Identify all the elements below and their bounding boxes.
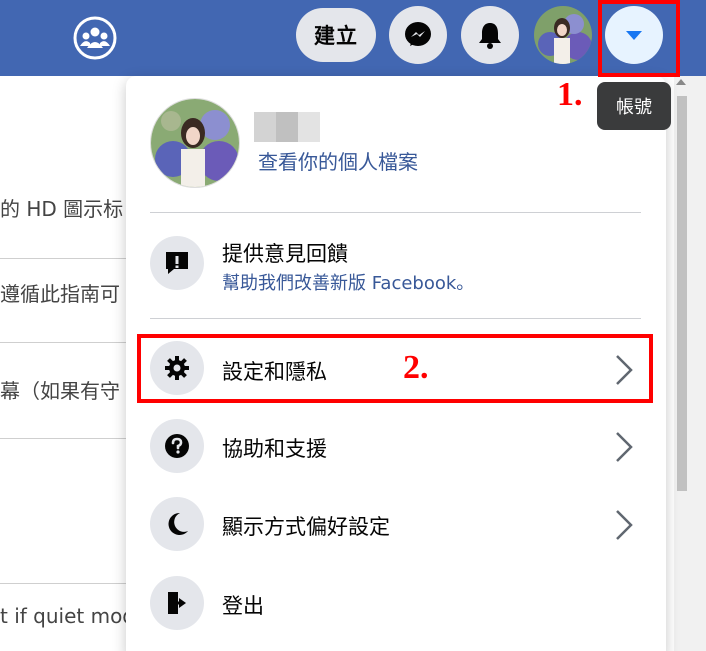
question-icon: [165, 434, 189, 458]
logout-icon-wrap[interactable]: [150, 576, 204, 630]
bell-icon: [479, 23, 501, 49]
messenger-button[interactable]: [389, 6, 447, 64]
messenger-icon: [405, 22, 431, 46]
help-support-item[interactable]: 協助和支援: [222, 433, 327, 463]
chevron-right-icon: [616, 510, 633, 540]
highlight-box-settings: [137, 334, 653, 403]
display-preferences-item[interactable]: 顯示方式偏好設定: [222, 511, 390, 541]
display-icon-wrap[interactable]: [150, 497, 204, 551]
step-number: 2.: [403, 349, 429, 386]
redacted-name: [254, 112, 320, 142]
divider: [0, 342, 130, 343]
notifications-button[interactable]: [461, 6, 519, 64]
profile-avatar[interactable]: [150, 98, 240, 188]
scroll-up-arrow-icon[interactable]: [676, 79, 686, 85]
feedback-sublabel: 幫助我們改善新版 Facebook。: [222, 273, 475, 294]
create-button[interactable]: 建立: [296, 8, 376, 62]
background-text: t if quiet mod: [0, 604, 135, 628]
avatar-photo: [151, 99, 239, 187]
divider: [0, 258, 130, 259]
groups-icon[interactable]: [73, 16, 117, 60]
logout-icon: [168, 592, 186, 614]
avatar-photo: [534, 6, 592, 64]
view-profile-link[interactable]: 查看你的個人檔案: [258, 146, 418, 175]
divider: [0, 438, 130, 439]
menu-divider: [150, 212, 641, 213]
feedback-icon: [166, 252, 188, 274]
background-text: 遵循此指南可: [0, 282, 120, 306]
divider: [0, 583, 130, 584]
menu-divider: [150, 318, 641, 319]
highlight-box-account: [598, 0, 680, 77]
help-icon-wrap[interactable]: [150, 419, 204, 473]
profile-avatar-top[interactable]: [534, 6, 592, 64]
chevron-right-icon: [616, 432, 633, 462]
background-text: 幕（如果有守: [0, 379, 120, 403]
feedback-icon-wrap[interactable]: [150, 236, 204, 290]
account-tooltip: 帳號: [597, 82, 671, 130]
background-text: 的 HD 圖示标: [0, 197, 124, 221]
logout-item[interactable]: 登出: [222, 590, 264, 620]
scrollbar-thumb[interactable]: [677, 96, 687, 491]
feedback-label[interactable]: 提供意見回饋: [222, 238, 348, 268]
step-number: 1.: [557, 76, 583, 113]
moon-icon: [168, 512, 188, 535]
